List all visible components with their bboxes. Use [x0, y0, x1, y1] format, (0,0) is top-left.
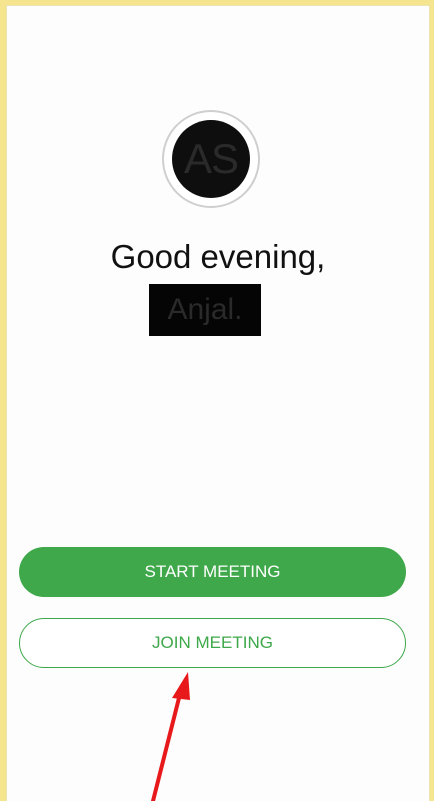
greeting-text: Good evening, — [110, 238, 326, 275]
avatar-initials: AS — [172, 120, 250, 198]
home-screen: AS Good evening, Anjal. START MEETING JO… — [7, 6, 429, 801]
avatar[interactable]: AS — [162, 110, 260, 208]
user-name: Anjal. — [149, 284, 261, 336]
start-meeting-button[interactable]: START MEETING — [19, 547, 406, 597]
join-meeting-button[interactable]: JOIN MEETING — [19, 618, 406, 668]
